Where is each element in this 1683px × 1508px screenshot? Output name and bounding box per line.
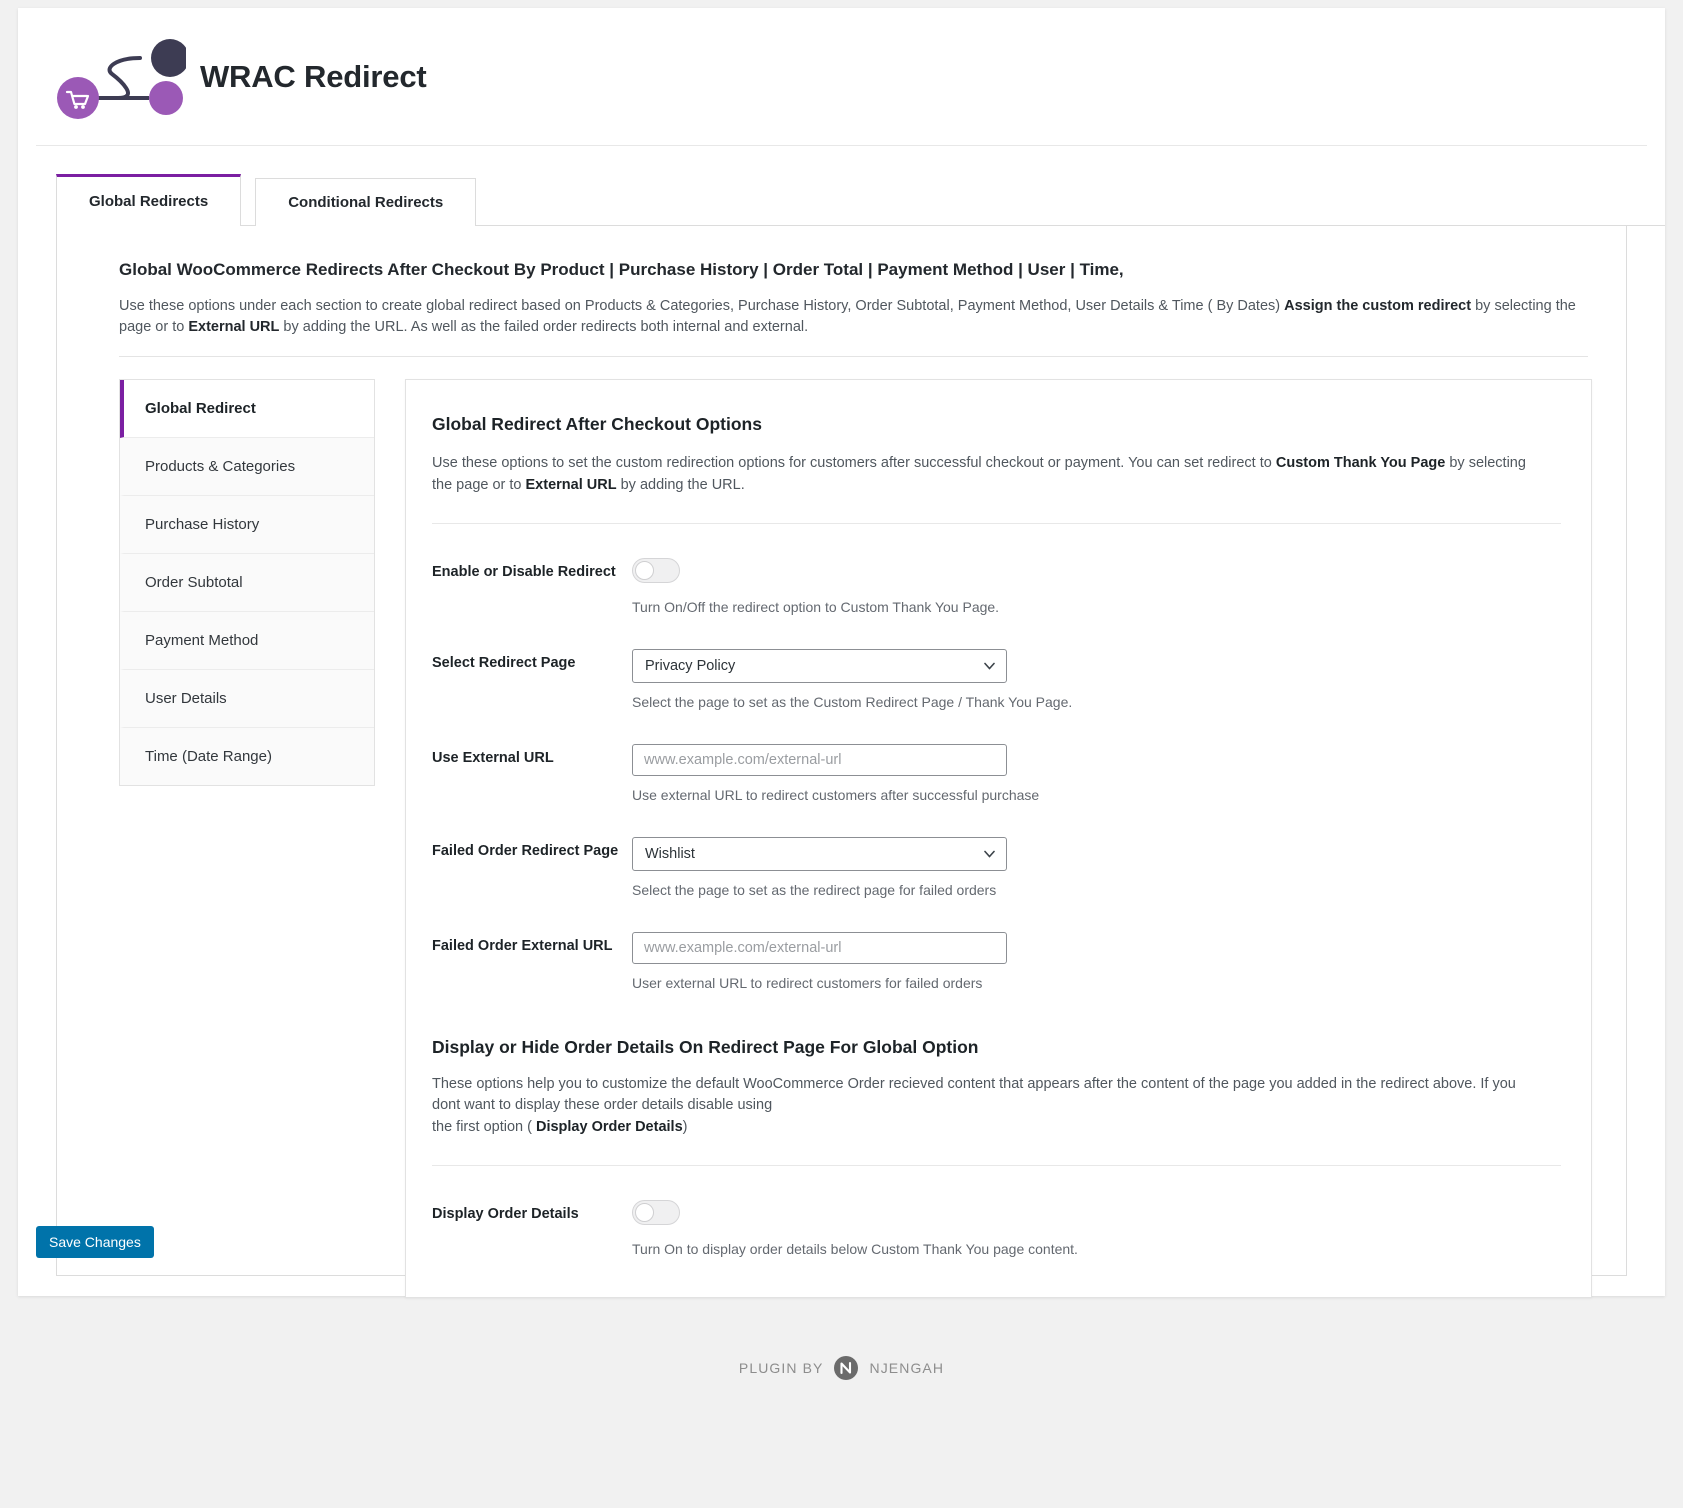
order-details-section: Display or Hide Order Details On Redirec… [432,1037,1561,1257]
sidebar-item-time-date-range[interactable]: Time (Date Range) [120,728,374,786]
order-details-desc-line2-bold: Display Order Details [535,1119,683,1136]
sidebar-item-payment-method[interactable]: Payment Method [120,612,374,671]
enable-redirect-toggle[interactable] [632,557,680,583]
sidebar-item-purchase-history[interactable]: Purchase History [120,496,374,555]
app-card: WRAC Redirect Global Redirects Condition… [18,8,1665,1298]
intro-description: Use these options under each section to … [119,296,1592,338]
section-desc-bold2: External URL [525,476,617,493]
sidebar-item-label: User Details [145,690,227,708]
footer-prefix: PLUGIN BY [738,1360,824,1376]
display-order-details-help: Turn On to display order details below C… [632,1240,1078,1257]
enable-redirect-help: Turn On/Off the redirect option to Custo… [632,598,1000,615]
tab-global-redirects-label: Global Redirects [89,193,209,210]
sidebar-item-label: Global Redirect [145,400,256,418]
sidebar-item-label: Products & Categories [145,458,296,476]
select-redirect-page-dropdown[interactable]: Privacy Policy [632,648,1007,683]
failed-order-external-url-field: User external URL to redirect customers … [632,931,1561,991]
display-order-details-toggle[interactable] [632,1199,680,1225]
failed-order-external-url-help: User external URL to redirect customers … [632,974,983,991]
section-desc-bold1: Custom Thank You Page [1275,455,1446,472]
chevron-down-icon [984,662,995,670]
njengah-mark-icon [833,1355,859,1381]
select-redirect-page-label: Select Redirect Page [432,654,576,671]
failed-order-redirect-page-field: Wishlist Select the page to set as the r… [632,836,1561,898]
intro-divider [119,356,1588,358]
failed-order-redirect-page-dropdown[interactable]: Wishlist [632,836,1007,871]
field-row-failed-order-redirect-page: Failed Order Redirect Page Wishlist Sele… [432,836,1561,898]
global-redirect-settings-card: Global Redirect After Checkout Options U… [405,379,1592,1298]
section-description: Use these options to set the custom redi… [432,453,1542,497]
intro-desc-bold2: External URL [188,319,280,336]
field-row-display-order-details: Display Order Details Turn On to display… [432,1199,1561,1257]
section-desc-part3: by adding the URL. [616,476,745,493]
field-row-failed-order-external-url: Failed Order External URL User external … [432,931,1561,991]
order-details-desc-line2-suffix: ) [682,1119,688,1136]
enable-redirect-field: Turn On/Off the redirect option to Custo… [632,557,1561,615]
field-row-use-external-url: Use External URL Use external URL to red… [432,743,1561,803]
footer: PLUGIN BY NJENGAH [0,1355,1683,1381]
tab-global-redirects[interactable]: Global Redirects [56,174,242,226]
select-redirect-page-value: Privacy Policy [645,657,736,674]
order-details-divider [432,1164,1561,1166]
intro-desc-bold1: Assign the custom redirect [1284,298,1472,314]
order-details-desc-line1: These options help you to customize the … [432,1075,1516,1114]
app-header: WRAC Redirect [36,8,1647,146]
sidebar-item-products-categories[interactable]: Products & Categories [120,438,374,497]
order-details-section-title: Display or Hide Order Details On Redirec… [432,1036,979,1057]
intro-desc-part1: Use these options under each section to … [119,298,1285,314]
select-redirect-page-help: Select the page to set as the Custom Red… [632,693,1073,710]
chevron-down-icon [984,850,995,858]
tab-conditional-redirects-label: Conditional Redirects [288,194,444,211]
toggle-knob [635,560,654,580]
sidebar-item-label: Payment Method [145,632,259,650]
display-order-details-field: Turn On to display order details below C… [632,1199,1561,1257]
sidebar-item-user-details[interactable]: User Details [120,670,374,729]
failed-order-redirect-page-label: Failed Order Redirect Page [432,842,619,859]
order-details-desc-line2-prefix: the first option ( [432,1119,536,1136]
wrac-redirect-settings-screen: WRAC Redirect Global Redirects Condition… [0,0,1683,1508]
use-external-url-input[interactable] [632,743,1007,776]
order-details-section-description-2: the first option ( Display Order Details… [432,1117,1542,1139]
tab-conditional-redirects[interactable]: Conditional Redirects [255,178,477,226]
sidebar-item-global-redirect[interactable]: Global Redirect [120,380,374,439]
footer-brand: NJENGAH [869,1360,945,1376]
section-divider [432,522,1561,524]
intro-title: Global WooCommerce Redirects After Check… [119,260,1124,279]
failed-order-redirect-page-help: Select the page to set as the redirect p… [632,881,997,898]
select-redirect-page-field: Privacy Policy Select the page to set as… [632,648,1561,710]
failed-order-external-url-label: Failed Order External URL [432,937,613,954]
section-desc-part1: Use these options to set the custom redi… [432,455,1276,472]
sidebar-item-label: Purchase History [145,516,260,534]
sidebar-item-order-subtotal[interactable]: Order Subtotal [120,554,374,613]
failed-order-redirect-page-value: Wishlist [645,845,695,862]
tab-bar: Global Redirects Conditional Redirects [56,174,1665,226]
failed-order-external-url-input[interactable] [632,931,1007,964]
use-external-url-help: Use external URL to redirect customers a… [632,786,1040,803]
display-order-details-label: Display Order Details [432,1205,579,1222]
field-row-enable-redirect: Enable or Disable Redirect Turn On/Off t… [432,557,1561,615]
intro-desc-part3: by adding the URL. As well as the failed… [279,319,809,336]
section-title: Global Redirect After Checkout Options [432,414,762,435]
order-details-section-description: These options help you to customize the … [432,1074,1542,1118]
sidebar-item-label: Order Subtotal [145,574,243,592]
panel-body: Global Redirect Products & Categories Pu… [81,379,1592,1298]
use-external-url-field: Use external URL to redirect customers a… [632,743,1561,803]
enable-redirect-label: Enable or Disable Redirect [432,563,616,580]
global-redirects-panel: Global WooCommerce Redirects After Check… [56,226,1627,1298]
use-external-url-label: Use External URL [432,749,554,766]
field-row-select-redirect-page: Select Redirect Page Privacy Policy Sele… [432,648,1561,710]
sidebar-item-label: Time (Date Range) [145,748,272,766]
settings-sidebar: Global Redirect Products & Categories Pu… [119,379,375,787]
page-title: WRAC Redirect [200,58,427,94]
toggle-knob [635,1202,654,1222]
wrac-redirect-logo-icon [54,34,189,120]
save-changes-button[interactable]: Save Changes [36,1226,154,1258]
